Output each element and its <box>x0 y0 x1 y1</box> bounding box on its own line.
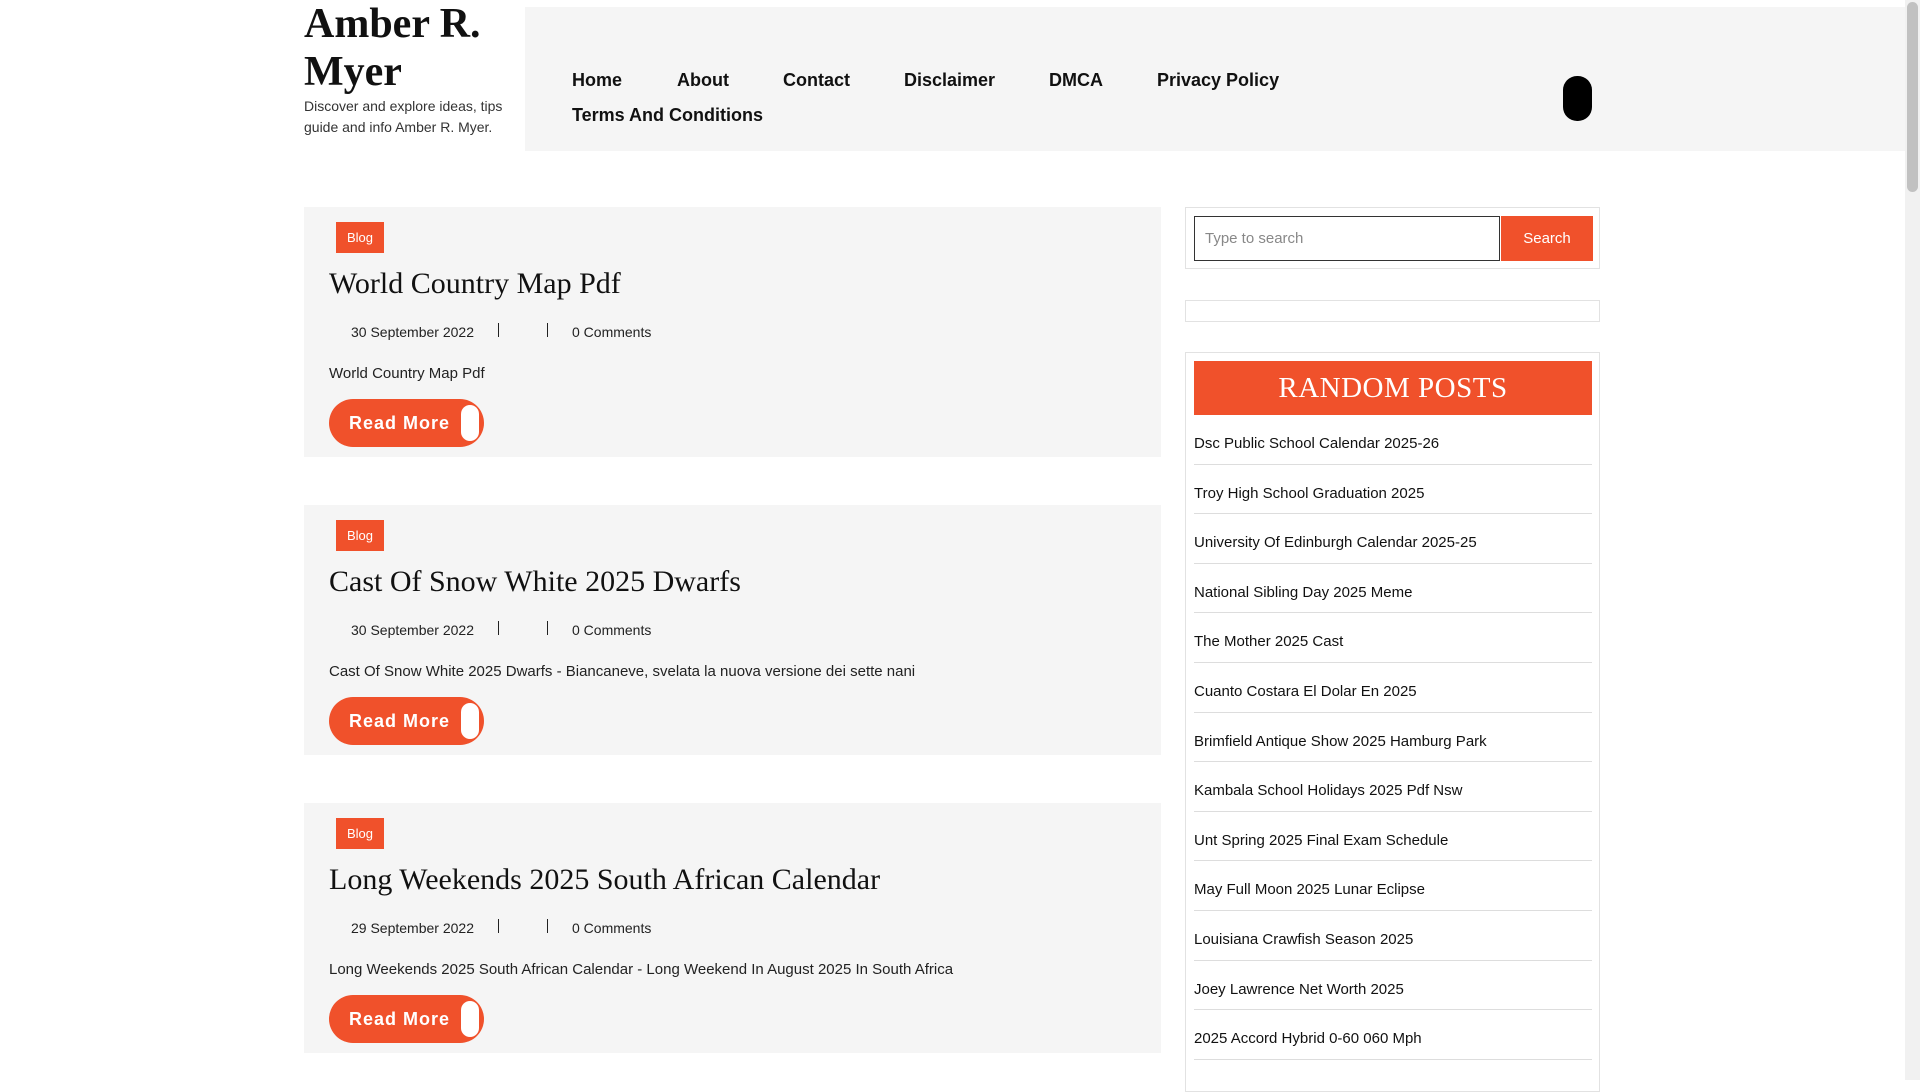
nav-item-contact[interactable]: Contact <box>783 70 850 91</box>
post-date: 30 September 2022 <box>351 324 474 340</box>
random-post-link[interactable]: The Mother 2025 Cast <box>1194 613 1592 663</box>
nav-item-privacy-policy[interactable]: Privacy Policy <box>1157 70 1279 91</box>
meta-divider <box>547 919 548 933</box>
post-card: Blog Long Weekends 2025 South African Ca… <box>304 803 1161 1053</box>
random-post-link[interactable]: Louisiana Crawfish Season 2025 <box>1194 911 1592 961</box>
post-title[interactable]: World Country Map Pdf <box>329 267 621 301</box>
read-more-button[interactable]: Read More <box>329 399 484 447</box>
post-comments[interactable]: 0 Comments <box>572 622 651 638</box>
nav-item-dmca[interactable]: DMCA <box>1049 70 1103 91</box>
empty-widget <box>1185 300 1600 322</box>
category-badge[interactable]: Blog <box>336 520 384 551</box>
scrollbar[interactable] <box>1905 0 1920 1080</box>
category-badge[interactable]: Blog <box>336 222 384 253</box>
arrow-pill-icon <box>461 405 479 441</box>
random-posts-widget: RANDOM POSTS Dsc Public School Calendar … <box>1185 352 1600 1092</box>
random-posts-list: Dsc Public School Calendar 2025-26 Troy … <box>1194 415 1592 1060</box>
post-comments[interactable]: 0 Comments <box>572 920 651 936</box>
random-post-link[interactable]: Brimfield Antique Show 2025 Hamburg Park <box>1194 713 1592 763</box>
site-title[interactable]: Amber R. Myer <box>304 0 514 96</box>
read-more-label: Read More <box>349 711 451 731</box>
random-post-link[interactable]: Dsc Public School Calendar 2025-26 <box>1194 415 1592 465</box>
random-post-link[interactable]: Kambala School Holidays 2025 Pdf Nsw <box>1194 762 1592 812</box>
arrow-pill-icon <box>461 1001 479 1037</box>
random-post-link[interactable]: Troy High School Graduation 2025 <box>1194 465 1592 515</box>
post-comments[interactable]: 0 Comments <box>572 324 651 340</box>
search-widget: Search <box>1185 207 1600 269</box>
random-post-link[interactable]: Joey Lawrence Net Worth 2025 <box>1194 961 1592 1011</box>
post-date: 29 September 2022 <box>351 920 474 936</box>
read-more-button[interactable]: Read More <box>329 995 484 1043</box>
random-posts-title: RANDOM POSTS <box>1194 361 1592 415</box>
post-card: Blog World Country Map Pdf 30 September … <box>304 207 1161 457</box>
read-more-label: Read More <box>349 1009 451 1029</box>
menu-toggle-icon[interactable] <box>1563 76 1592 121</box>
scrollbar-thumb[interactable] <box>1907 2 1918 192</box>
nav-item-home[interactable]: Home <box>572 70 622 91</box>
random-post-link[interactable]: 2025 Accord Hybrid 0-60 060 Mph <box>1194 1010 1592 1060</box>
meta-divider <box>498 919 499 933</box>
post-excerpt: Long Weekends 2025 South African Calenda… <box>329 961 954 978</box>
meta-divider <box>547 621 548 635</box>
meta-divider <box>498 621 499 635</box>
post-title[interactable]: Cast Of Snow White 2025 Dwarfs <box>329 565 741 599</box>
meta-divider <box>498 323 499 337</box>
random-post-link[interactable]: National Sibling Day 2025 Meme <box>1194 564 1592 614</box>
search-button[interactable]: Search <box>1501 216 1593 261</box>
main-navigation: Home About Contact Disclaimer DMCA Priva… <box>525 7 1905 151</box>
post-date: 30 September 2022 <box>351 622 474 638</box>
random-post-link[interactable]: May Full Moon 2025 Lunar Eclipse <box>1194 861 1592 911</box>
post-card: Blog Cast Of Snow White 2025 Dwarfs 30 S… <box>304 505 1161 755</box>
arrow-pill-icon <box>461 703 479 739</box>
nav-item-terms[interactable]: Terms And Conditions <box>572 105 763 126</box>
random-post-link[interactable]: Unt Spring 2025 Final Exam Schedule <box>1194 812 1592 862</box>
site-description: Discover and explore ideas, tips guide a… <box>304 98 503 135</box>
read-more-label: Read More <box>349 413 451 433</box>
meta-divider <box>547 323 548 337</box>
random-post-link[interactable]: Cuanto Costara El Dolar En 2025 <box>1194 663 1592 713</box>
read-more-button[interactable]: Read More <box>329 697 484 745</box>
search-input[interactable] <box>1194 216 1500 261</box>
post-excerpt: Cast Of Snow White 2025 Dwarfs - Biancan… <box>329 663 916 680</box>
nav-item-about[interactable]: About <box>677 70 729 91</box>
post-title[interactable]: Long Weekends 2025 South African Calenda… <box>329 863 880 897</box>
category-badge[interactable]: Blog <box>336 818 384 849</box>
nav-item-disclaimer[interactable]: Disclaimer <box>904 70 995 91</box>
post-excerpt: World Country Map Pdf <box>329 365 485 382</box>
random-post-link[interactable]: University Of Edinburgh Calendar 2025-25 <box>1194 514 1592 564</box>
